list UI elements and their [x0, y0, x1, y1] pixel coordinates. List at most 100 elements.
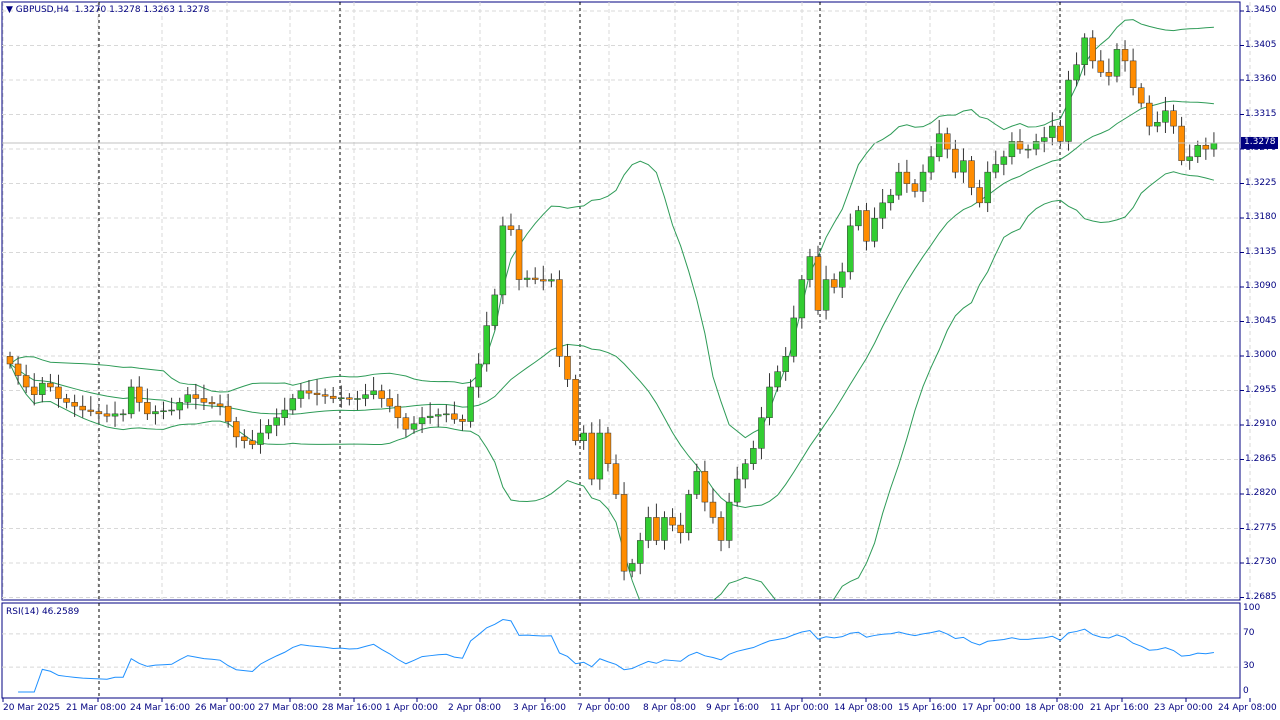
bull-candle — [895, 171, 903, 196]
bear-candle — [620, 494, 628, 572]
bear-candle — [701, 471, 709, 503]
bear-candle — [386, 398, 394, 407]
close-value: 1.3278 — [177, 5, 210, 15]
bear-candle — [968, 160, 975, 188]
bull-candle — [1008, 141, 1016, 158]
bear-candle — [976, 187, 983, 204]
bull-candle — [879, 202, 886, 219]
price-tick-label: 1.2820 — [1245, 488, 1277, 498]
time-tick-label: 21 Mar 08:00 — [66, 703, 127, 713]
bear-candle — [507, 225, 515, 230]
collapse-triangle-icon[interactable]: ▼ — [6, 5, 13, 15]
time-tick-label: 23 Apr 00:00 — [1154, 703, 1213, 713]
bull-candle — [919, 171, 927, 192]
time-tick-label: 9 Apr 16:00 — [706, 703, 759, 713]
bear-candle — [329, 395, 337, 399]
bull-candle — [1049, 125, 1056, 138]
bull-candle — [370, 390, 377, 395]
bear-candle — [232, 421, 240, 438]
price-chart[interactable] — [0, 0, 1280, 720]
symbol-label: GBPUSD,H4 — [15, 5, 69, 15]
bull-candle — [742, 463, 749, 480]
price-tick-label: 1.3315 — [1245, 108, 1277, 119]
bear-candle — [55, 386, 62, 399]
bull-candle — [693, 471, 701, 495]
bull-candle — [1162, 110, 1169, 123]
time-tick-label: 18 Apr 08:00 — [1025, 703, 1084, 713]
bear-candle — [952, 148, 959, 173]
bear-candle — [1129, 60, 1137, 88]
bear-candle — [144, 402, 151, 415]
bear-candle — [30, 386, 38, 395]
bear-candle — [1202, 145, 1210, 150]
bull-candle — [992, 164, 1000, 173]
rsi-plot-frame — [1, 602, 1241, 699]
bull-candle — [798, 279, 806, 319]
bull-candle — [273, 417, 280, 426]
bull-candle — [152, 411, 159, 415]
bull-candle — [1113, 49, 1121, 77]
bear-candle — [669, 517, 676, 526]
bear-candle — [71, 402, 78, 407]
bear-candle — [305, 390, 313, 394]
time-tick-label: 17 Apr 00:00 — [962, 703, 1021, 713]
bull-candle — [491, 294, 499, 326]
chart-title: ▼ GBPUSD,H4 1.3270 1.3278 1.3263 1.3278 — [6, 5, 209, 15]
bull-candle — [410, 423, 418, 430]
price-tick-label: 1.3000 — [1245, 350, 1277, 360]
bull-candle — [354, 398, 361, 400]
time-tick-label: 28 Mar 16:00 — [322, 703, 383, 713]
bull-candle — [790, 317, 798, 357]
bull-candle — [774, 371, 781, 388]
bull-candle — [887, 194, 894, 204]
price-tick-label: 1.3405 — [1245, 39, 1277, 50]
bear-candle — [717, 517, 725, 541]
rsi-level-label: 100 — [1243, 603, 1261, 613]
bear-candle — [944, 133, 951, 150]
bull-candle — [160, 410, 167, 413]
bear-candle — [208, 402, 216, 405]
bull-candle — [580, 432, 587, 441]
price-tick-label: 1.2730 — [1245, 557, 1277, 567]
bear-candle — [1170, 110, 1177, 127]
bull-candle — [871, 217, 878, 242]
current-price-label: 1.3278 — [1244, 136, 1276, 147]
bear-candle — [192, 394, 200, 399]
bear-candle — [224, 405, 232, 422]
low-value: 1.3263 — [143, 5, 175, 15]
bull-candle — [39, 382, 46, 395]
rsi-level-label: 70 — [1243, 627, 1255, 638]
bull-candle — [483, 325, 490, 365]
bear-candle — [572, 379, 579, 441]
bull-candle — [1154, 122, 1161, 127]
bull-candle — [418, 417, 426, 425]
time-tick-label: 15 Apr 16:00 — [898, 703, 957, 713]
bull-candle — [806, 256, 814, 280]
price-tick-label: 1.3225 — [1245, 177, 1277, 188]
bull-candle — [1073, 64, 1080, 81]
bull-candle — [685, 494, 692, 534]
bear-candle — [378, 390, 385, 399]
bear-candle — [200, 398, 208, 403]
bear-candle — [103, 413, 111, 417]
bear-candle — [6, 356, 14, 365]
bear-candle — [346, 397, 353, 400]
bear-candle — [241, 436, 248, 441]
bear-candle — [903, 171, 911, 184]
bull-candle — [176, 402, 183, 411]
bull-candle — [1210, 142, 1218, 150]
bear-candle — [515, 229, 523, 280]
bull-candle — [127, 386, 135, 415]
bull-candle — [111, 413, 119, 417]
bear-candle — [79, 405, 86, 411]
time-tick-label: 7 Apr 00:00 — [577, 703, 630, 713]
bear-candle — [321, 394, 329, 397]
bear-candle — [677, 524, 684, 534]
time-tick-label: 20 Mar 2025 — [3, 703, 61, 713]
bear-candle — [911, 183, 919, 192]
bull-candle — [119, 413, 127, 416]
time-tick-label: 26 Mar 00:00 — [195, 703, 256, 713]
bear-candle — [830, 279, 838, 288]
time-tick-label: 2 Apr 08:00 — [448, 703, 501, 713]
bull-candle — [960, 160, 967, 173]
